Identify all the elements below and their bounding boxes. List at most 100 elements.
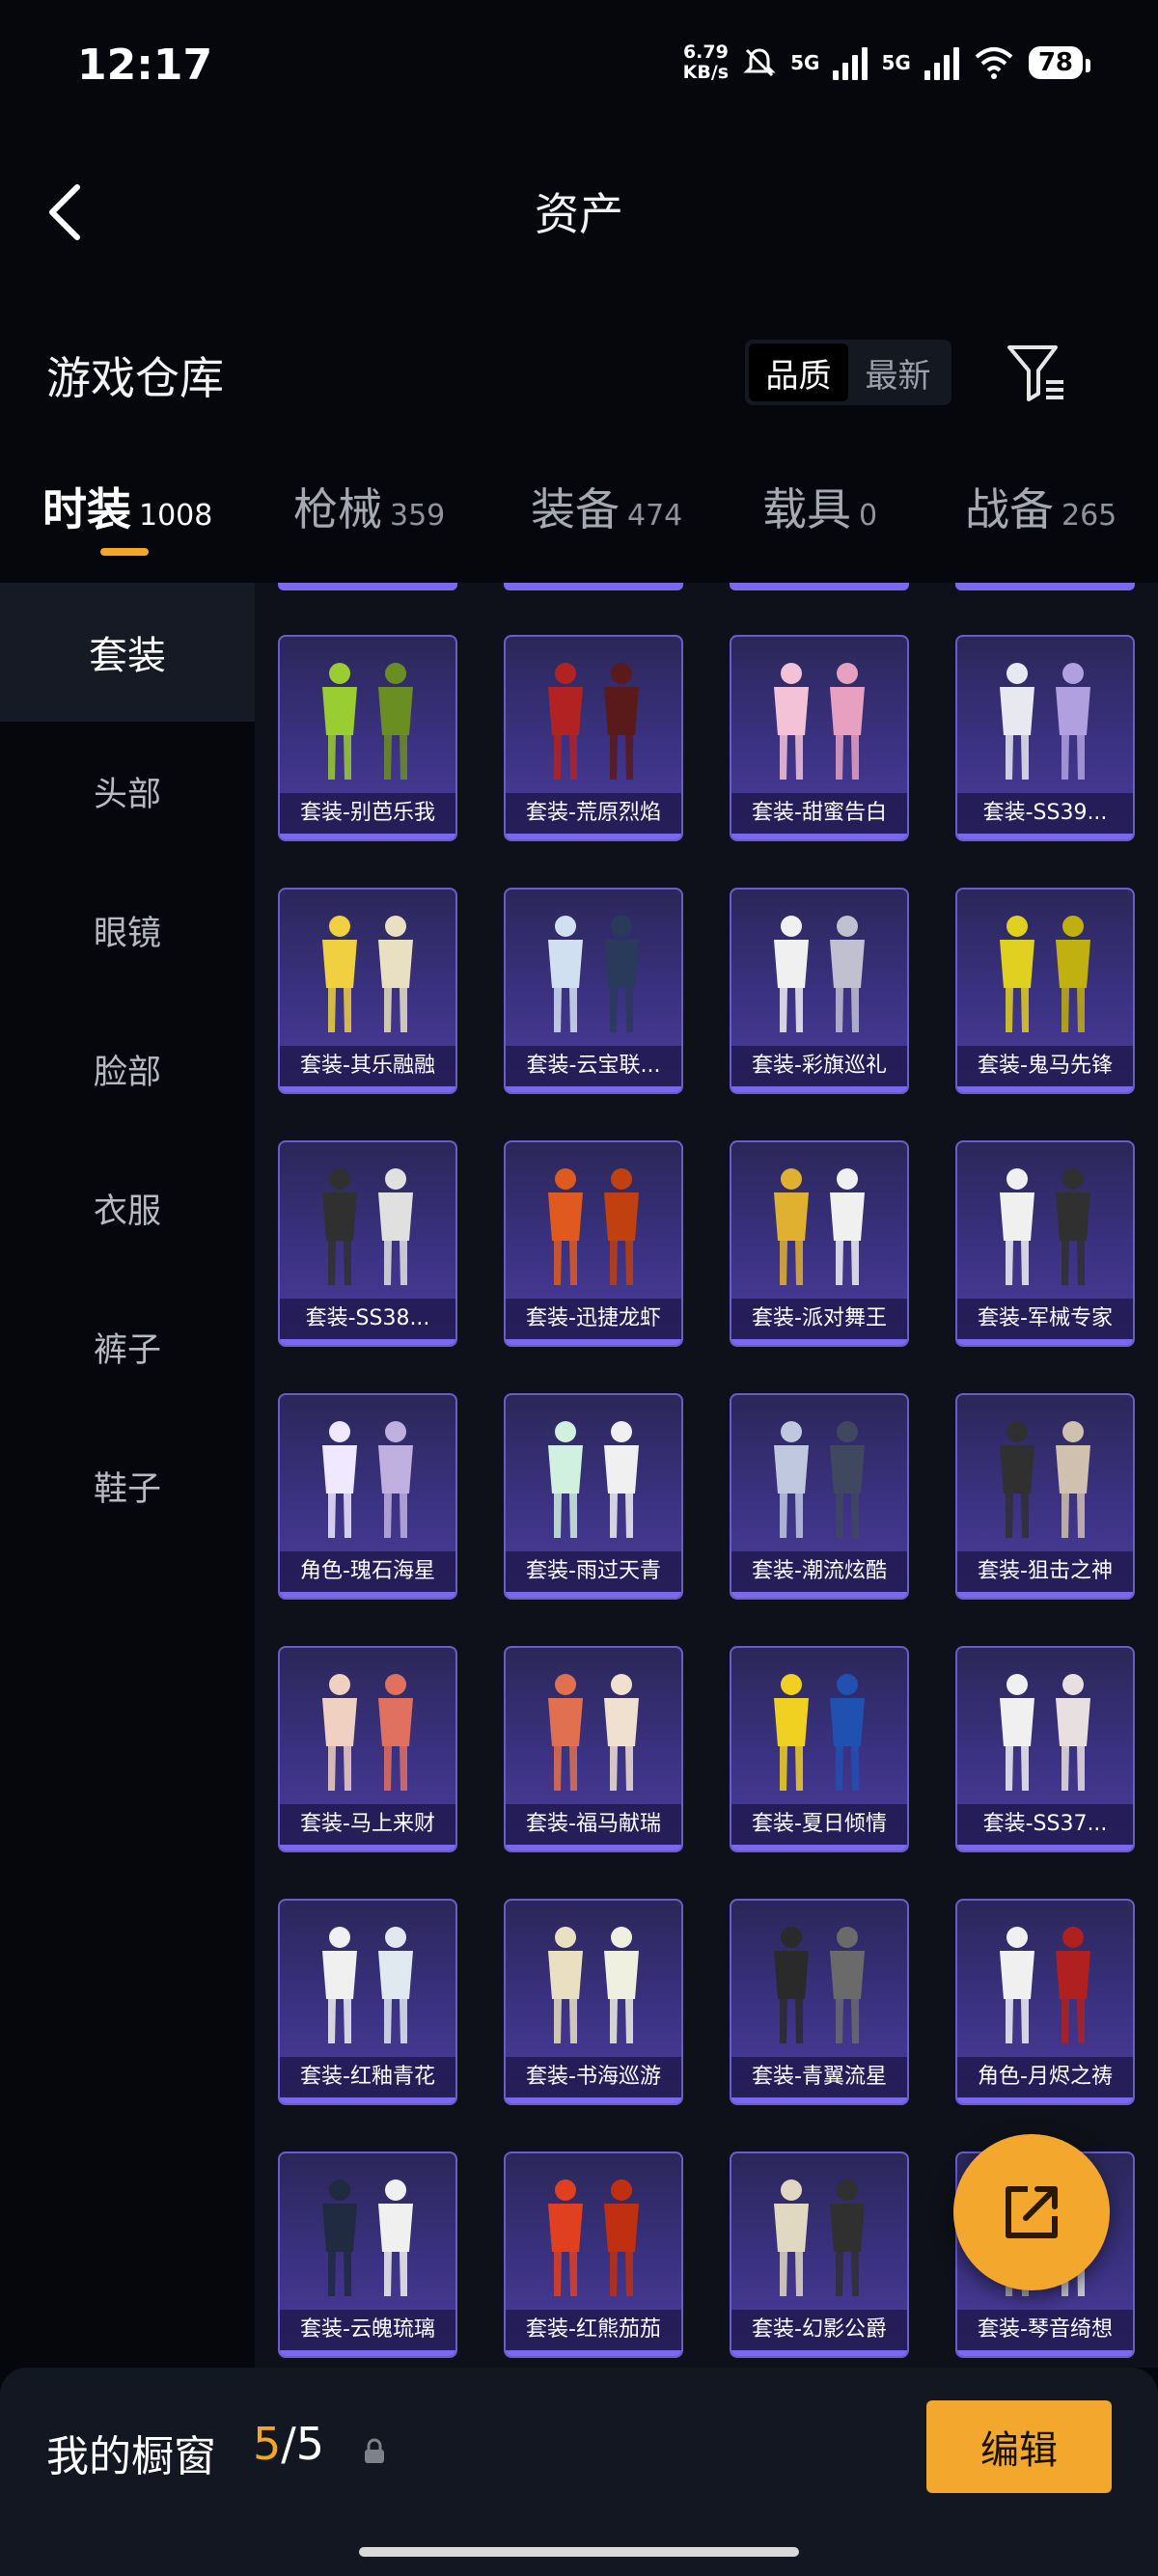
item-card[interactable]: 套装-书海巡游 xyxy=(504,1899,683,2105)
item-thumbnail xyxy=(548,1421,639,1538)
item-thumbnail xyxy=(548,663,639,780)
item-card[interactable]: 套装-狙击之神 xyxy=(955,1393,1135,1600)
share-external-icon xyxy=(1006,2186,1058,2238)
sidebar-item-outfits[interactable]: 套装 xyxy=(0,583,255,722)
share-button[interactable] xyxy=(953,2134,1110,2290)
item-label: 套装-迅捷龙虾 xyxy=(506,1299,681,1339)
item-label: 套装-琴音绮想 xyxy=(957,2310,1133,2350)
status-time: 12:17 xyxy=(77,41,213,90)
item-card[interactable]: 套装-幻影公爵 xyxy=(730,2151,909,2358)
sidebar-item-face[interactable]: 脸部 xyxy=(0,1000,255,1138)
item-card[interactable]: 套装-云魄琉璃 xyxy=(278,2151,457,2358)
item-card[interactable]: 套装-红釉青花 xyxy=(278,1899,457,2105)
sidebar-item-head[interactable]: 头部 xyxy=(0,722,255,861)
item-card[interactable]: 套装-别芭乐我 xyxy=(278,635,457,841)
home-indicator[interactable] xyxy=(359,2547,799,2557)
signal-2-bars-icon xyxy=(924,45,959,80)
item-card[interactable]: 套装-红熊茄茄 xyxy=(504,2151,683,2358)
item-card[interactable]: 套装-云宝联... xyxy=(504,888,683,1094)
status-bar: 12:17 6.79 KB/s 5G 5G 78 xyxy=(0,0,1158,135)
item-card[interactable]: 套装-SS38... xyxy=(278,1140,457,1347)
filter-button[interactable] xyxy=(1004,338,1071,407)
item-thumbnail xyxy=(1000,1927,1090,2043)
item-label: 角色-月烬之祷 xyxy=(957,2057,1133,2097)
section-title: 游戏仓库 xyxy=(46,352,224,404)
item-thumbnail xyxy=(774,663,865,780)
lock-icon xyxy=(365,2438,384,2463)
item-thumbnail xyxy=(548,1168,639,1285)
tab-equipment[interactable]: 装备 474 xyxy=(531,475,682,538)
item-card[interactable]: 套装-荒原烈焰 xyxy=(504,635,683,841)
sidebar-item-glasses[interactable]: 眼镜 xyxy=(0,861,255,1000)
item-card[interactable]: 套装-福马献瑞 xyxy=(504,1646,683,1852)
signal-2-label: 5G xyxy=(881,51,911,74)
item-card[interactable]: 角色-月烬之祷 xyxy=(955,1899,1135,2105)
item-label: 套装-红熊茄茄 xyxy=(506,2310,681,2350)
tab-fashion[interactable]: 时装 1008 xyxy=(42,475,212,538)
item-thumbnail xyxy=(322,1421,413,1538)
sidebar-item-pants[interactable]: 裤子 xyxy=(0,1277,255,1416)
item-card[interactable]: 套装-夏日倾情 xyxy=(730,1646,909,1852)
item-thumbnail xyxy=(322,1674,413,1791)
item-card[interactable]: 套装-甜蜜告白 xyxy=(730,635,909,841)
item-thumbnail xyxy=(322,2179,413,2296)
item-thumbnail xyxy=(1000,1168,1090,1285)
item-card[interactable]: 套装-军械专家 xyxy=(955,1140,1135,1347)
item-card[interactable]: 套装-潮流炫酷 xyxy=(730,1393,909,1600)
item-card[interactable]: 套装-SS39... xyxy=(955,635,1135,841)
item-label: 套装-彩旗巡礼 xyxy=(731,1046,907,1086)
item-label: 套装-书海巡游 xyxy=(506,2057,681,2097)
item-card[interactable]: 角色-瑰石海星 xyxy=(278,1393,457,1600)
sort-option-newest[interactable]: 最新 xyxy=(848,343,948,401)
item-label: 套装-别芭乐我 xyxy=(280,793,455,834)
showcase-count: 5/5 xyxy=(253,2418,325,2470)
showcase-bar: 我的橱窗 5/5 编辑 xyxy=(0,2368,1158,2576)
signal-1-label: 5G xyxy=(790,51,820,74)
item-card[interactable]: 套装-SS37... xyxy=(955,1646,1135,1852)
tab-weapons[interactable]: 枪械 359 xyxy=(293,475,445,538)
item-label: 套装-夏日倾情 xyxy=(731,1804,907,1845)
item-label: 套装-SS39... xyxy=(957,793,1133,834)
item-label: 套装-青翼流星 xyxy=(731,2057,907,2097)
battery-indicator: 78 xyxy=(1028,46,1091,79)
item-thumbnail xyxy=(1000,916,1090,1032)
item-thumbnail xyxy=(774,1674,865,1791)
tab-vehicles[interactable]: 载具 0 xyxy=(762,475,877,538)
filter-icon xyxy=(1007,345,1063,401)
item-thumbnail xyxy=(548,1674,639,1791)
item-card[interactable]: 套装-迅捷龙虾 xyxy=(504,1140,683,1347)
item-label: 套装-雨过天青 xyxy=(506,1551,681,1592)
tab-supplies[interactable]: 战备 265 xyxy=(965,475,1117,538)
network-speed: 6.79 KB/s xyxy=(682,41,730,83)
item-card[interactable]: 套装-其乐融融 xyxy=(278,888,457,1094)
item-card[interactable]: 套装-青翼流星 xyxy=(730,1899,909,2105)
item-thumbnail xyxy=(774,1421,865,1538)
item-card[interactable]: 套装-雨过天青 xyxy=(504,1393,683,1600)
partial-card-top xyxy=(278,583,457,590)
active-tab-indicator xyxy=(100,548,149,556)
partial-card-top xyxy=(955,583,1135,590)
item-label: 套装-甜蜜告白 xyxy=(731,793,907,834)
sort-option-quality[interactable]: 品质 xyxy=(749,343,848,401)
edit-button[interactable]: 编辑 xyxy=(926,2400,1112,2493)
item-grid: 套装-别芭乐我 套装-荒原烈焰 套装-甜蜜告白 套装-SS39... 套装-其乐融融 套装… xyxy=(255,583,1158,2368)
item-thumbnail xyxy=(774,1927,865,2043)
item-thumbnail xyxy=(1000,1674,1090,1791)
item-label: 套装-其乐融融 xyxy=(280,1046,455,1086)
item-label: 套装-红釉青花 xyxy=(280,2057,455,2097)
item-card[interactable]: 套装-彩旗巡礼 xyxy=(730,888,909,1094)
item-thumbnail xyxy=(774,1168,865,1285)
category-tabs: 时装 1008 枪械 359 装备 474 载具 0 战备 265 xyxy=(0,475,1158,562)
item-card[interactable]: 套装-鬼马先锋 xyxy=(955,888,1135,1094)
category-sidebar: 套装 头部 眼镜 脸部 衣服 裤子 鞋子 xyxy=(0,583,255,2368)
sidebar-item-shoes[interactable]: 鞋子 xyxy=(0,1416,255,1555)
item-label: 套装-马上来财 xyxy=(280,1804,455,1845)
item-label: 套装-SS38... xyxy=(280,1299,455,1339)
sidebar-item-clothes[interactable]: 衣服 xyxy=(0,1138,255,1277)
item-thumbnail xyxy=(322,1927,413,2043)
item-label: 套装-军械专家 xyxy=(957,1299,1133,1339)
item-card[interactable]: 套装-马上来财 xyxy=(278,1646,457,1852)
status-indicators: 6.79 KB/s 5G 5G 78 xyxy=(682,41,1091,83)
item-card[interactable]: 套装-派对舞王 xyxy=(730,1140,909,1347)
showcase-label: 我的橱窗 xyxy=(46,2432,216,2481)
